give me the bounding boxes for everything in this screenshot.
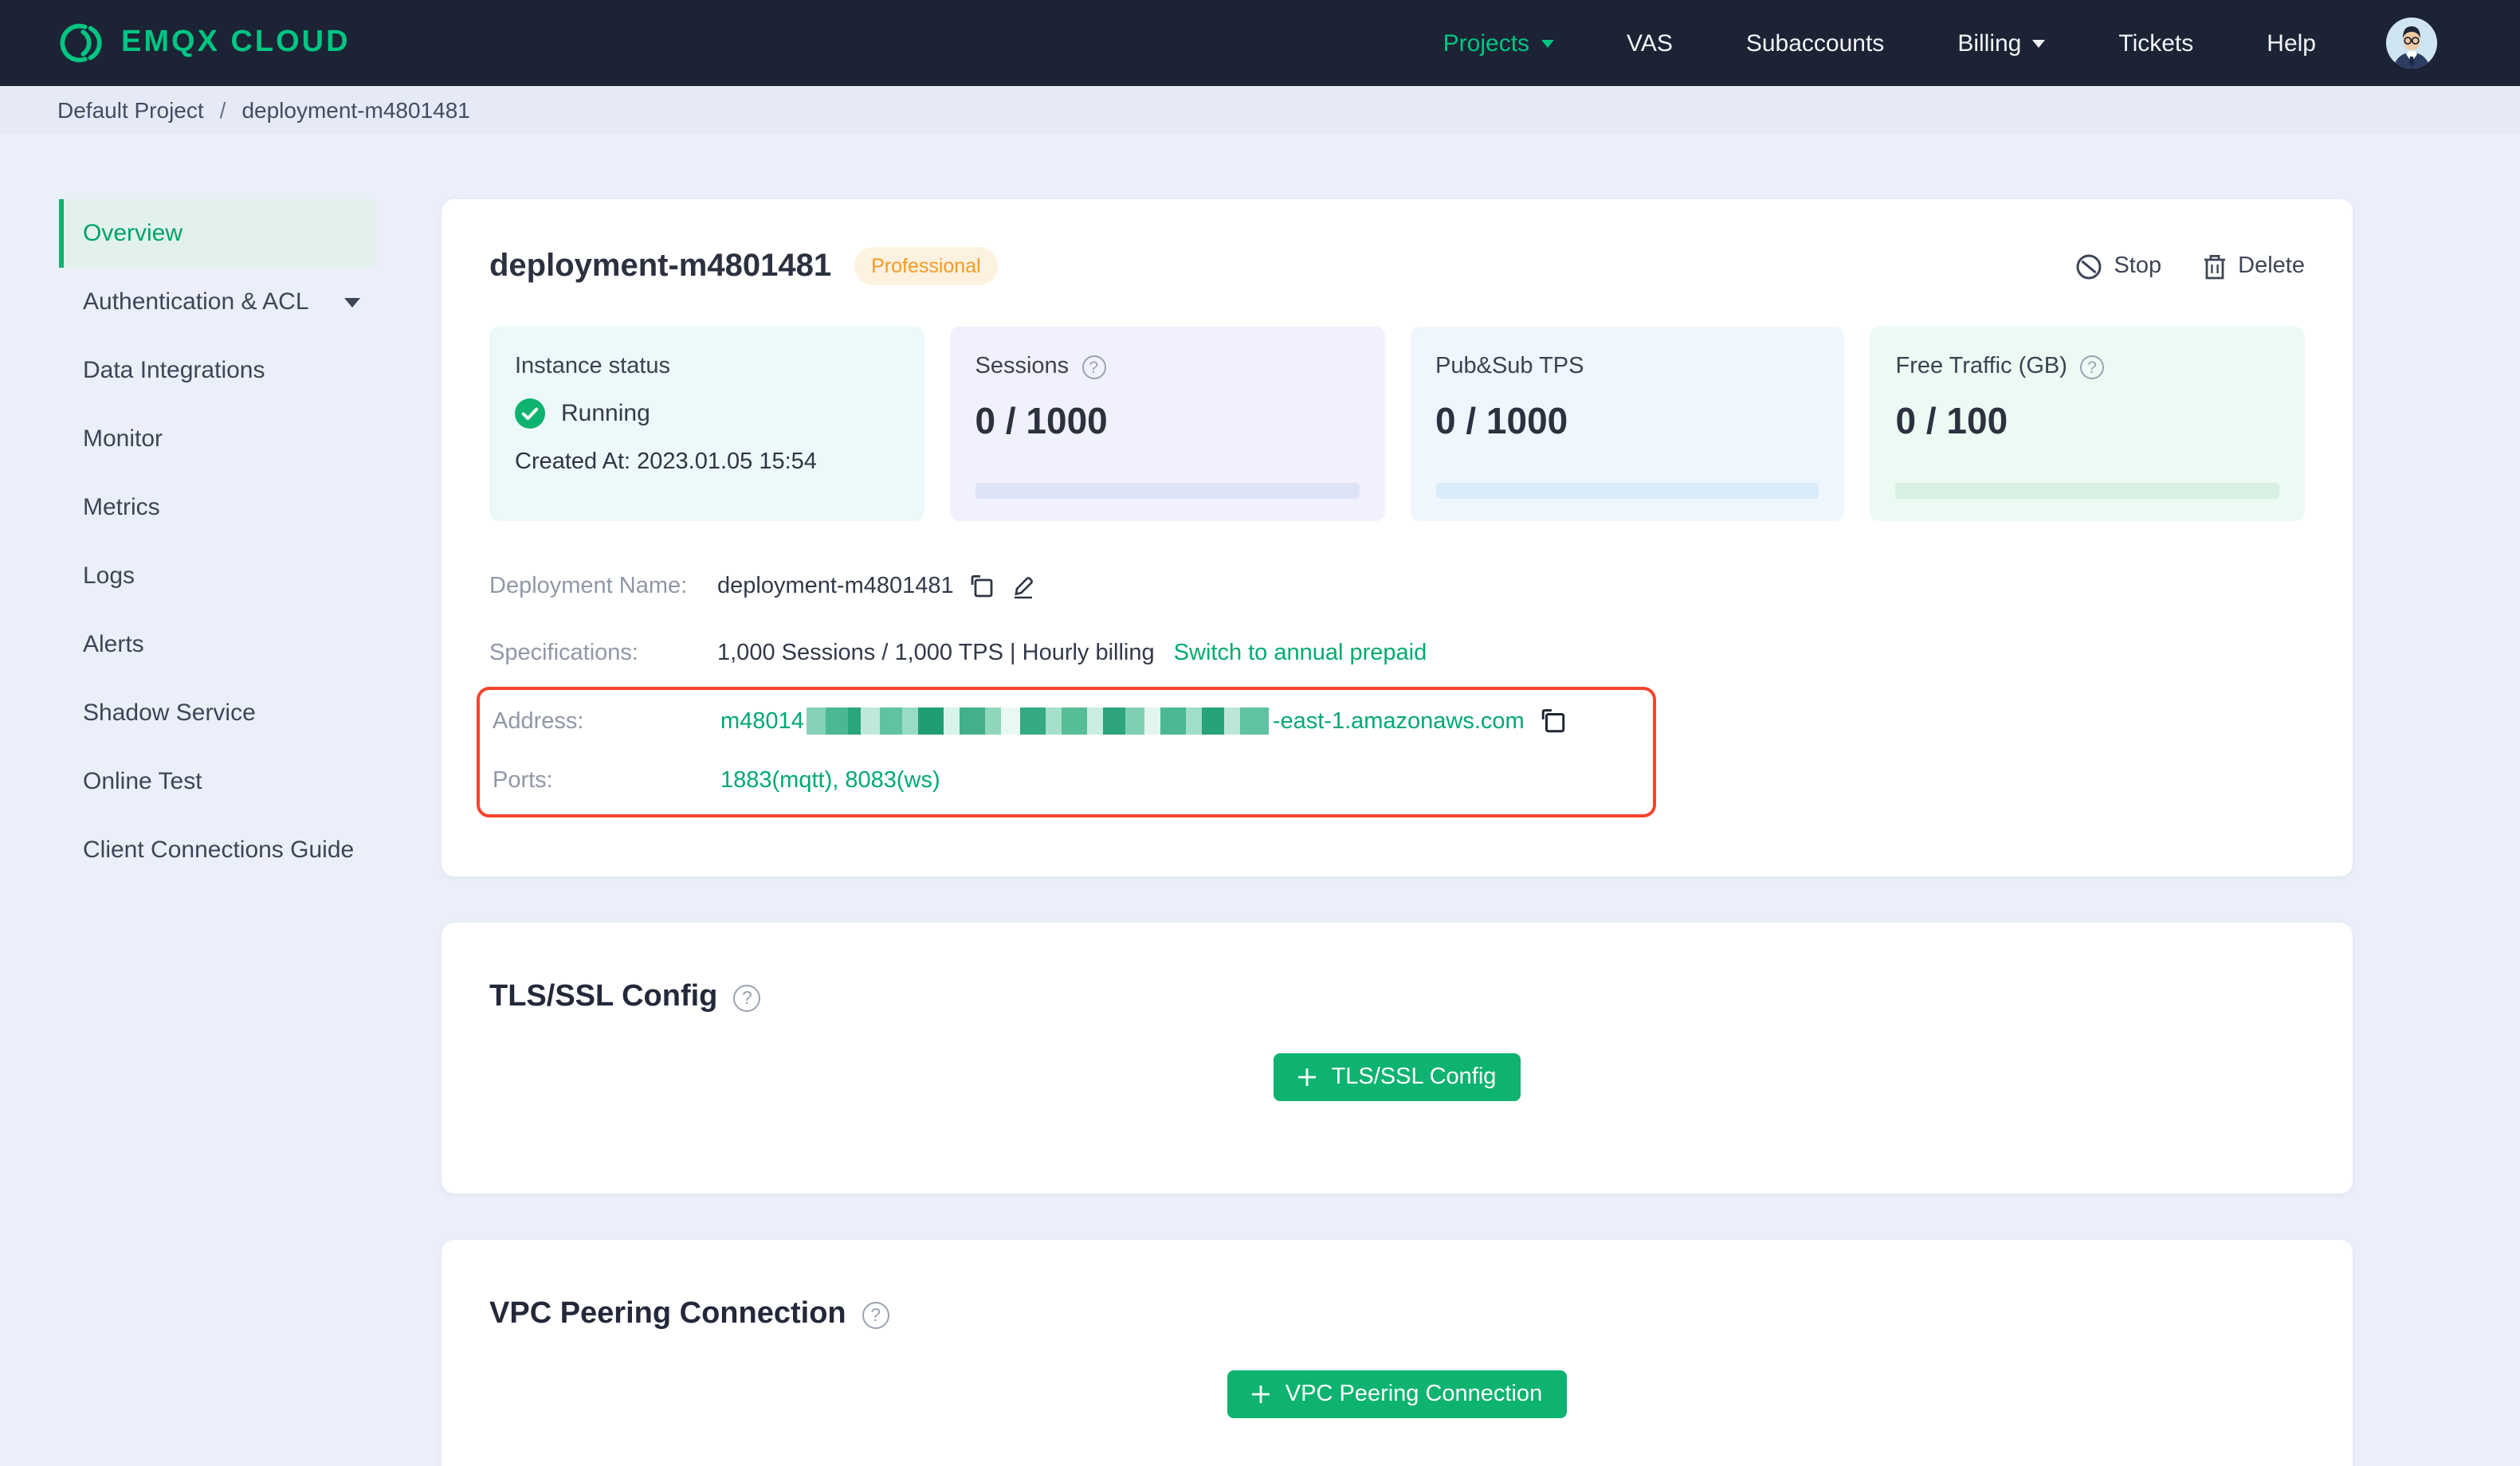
- edit-deployment-name-button[interactable]: [1011, 574, 1037, 599]
- address-prefix: m48014: [720, 708, 804, 734]
- nav-item-help[interactable]: Help: [2267, 29, 2316, 57]
- delete-button[interactable]: Delete: [2203, 253, 2305, 280]
- chevron-down-icon: [2032, 39, 2046, 47]
- brand[interactable]: EMQX CLOUD: [57, 19, 351, 67]
- plus-icon: [1298, 1068, 1317, 1087]
- check-circle-icon: [515, 398, 545, 429]
- tps-progress-bar: [1435, 483, 1819, 499]
- sidebar-item-alerts[interactable]: Alerts: [59, 610, 376, 679]
- vpc-peering-card: VPC Peering Connection ? VPC Peering Con…: [442, 1240, 2353, 1466]
- chevron-down-icon: [1541, 39, 1554, 47]
- breadcrumb: Default Project / deployment-m4801481: [0, 86, 2520, 134]
- stat-sessions: Sessions ? 0 / 1000: [949, 327, 1384, 521]
- user-avatar[interactable]: [2386, 18, 2437, 69]
- emqx-logo-icon: [57, 19, 105, 67]
- stat-pubsub-tps: Pub&Sub TPS 0 / 1000: [1410, 327, 1845, 521]
- address-suffix: -east-1.amazonaws.com: [1272, 708, 1525, 734]
- add-tls-ssl-config-button[interactable]: TLS/SSL Config: [1274, 1053, 1521, 1101]
- tps-value: 0 / 1000: [1435, 400, 1568, 441]
- copy-icon: [1541, 708, 1568, 735]
- breadcrumb-separator: /: [219, 97, 226, 123]
- help-icon[interactable]: ?: [2079, 355, 2104, 378]
- deployment-name-value: deployment-m4801481: [717, 574, 954, 599]
- copy-deployment-name-button[interactable]: [970, 574, 995, 599]
- sidebar-item-online-test[interactable]: Online Test: [59, 747, 376, 816]
- chevron-down-icon: [344, 297, 360, 307]
- switch-to-annual-prepaid-link[interactable]: Switch to annual prepaid: [1174, 641, 1427, 666]
- sessions-progress-bar: [975, 483, 1359, 499]
- help-icon[interactable]: ?: [862, 1301, 889, 1328]
- sidebar: Overview Authentication & ACL Data Integ…: [0, 134, 442, 884]
- nav-item-tickets[interactable]: Tickets: [2118, 29, 2193, 57]
- nav-item-vas[interactable]: VAS: [1627, 29, 1673, 57]
- emqx-cloud-console: EMQX CLOUD Projects VAS Subaccounts Bill…: [0, 0, 2520, 1466]
- ports-row: Ports: 1883(mqtt), 8083(ws): [493, 767, 940, 793]
- ports-value: 1883(mqtt), 8083(ws): [720, 767, 940, 793]
- sidebar-item-data-integrations[interactable]: Data Integrations: [59, 336, 376, 405]
- tls-ssl-title: TLS/SSL Config: [489, 980, 718, 1013]
- sidebar-item-client-connections-guide[interactable]: Client Connections Guide: [59, 816, 376, 884]
- tls-ssl-card: TLS/SSL Config ? TLS/SSL Config: [442, 923, 2353, 1194]
- sidebar-item-authentication-acl[interactable]: Authentication & ACL: [59, 268, 376, 336]
- specifications-row: Specifications: 1,000 Sessions / 1,000 T…: [489, 641, 1427, 666]
- sidebar-item-overview[interactable]: Overview: [59, 199, 376, 268]
- top-navbar: EMQX CLOUD Projects VAS Subaccounts Bill…: [0, 0, 2520, 86]
- nav-item-billing[interactable]: Billing: [1957, 29, 2046, 57]
- stats-row: Instance status Running Created At: 2023…: [489, 327, 2305, 521]
- copy-address-button[interactable]: [1541, 708, 1568, 735]
- sidebar-item-metrics[interactable]: Metrics: [59, 473, 376, 542]
- brand-name: EMQX CLOUD: [121, 25, 351, 59]
- help-icon[interactable]: ?: [1081, 355, 1106, 378]
- sidebar-item-monitor[interactable]: Monitor: [59, 405, 376, 473]
- stat-free-traffic: Free Traffic (GB) ? 0 / 100: [1870, 327, 2305, 521]
- address-redacted-block: [807, 708, 1270, 735]
- breadcrumb-project[interactable]: Default Project: [57, 97, 204, 123]
- deployment-title: deployment-m4801481: [489, 248, 832, 283]
- deployment-name-row: Deployment Name: deployment-m4801481: [489, 553, 2305, 620]
- copy-icon: [970, 574, 995, 599]
- sidebar-item-shadow-service[interactable]: Shadow Service: [59, 679, 376, 747]
- vpc-peering-title: VPC Peering Connection: [489, 1297, 846, 1331]
- deployment-details: Deployment Name: deployment-m4801481 Spe…: [477, 553, 2305, 817]
- stop-button[interactable]: Stop: [2075, 253, 2161, 280]
- stop-icon: [2075, 253, 2102, 280]
- address-row: Address: m48014 -east-1.amazonaws.com: [493, 692, 1653, 751]
- plus-icon: [1252, 1385, 1271, 1404]
- specifications-value: 1,000 Sessions / 1,000 TPS | Hourly bill…: [717, 641, 1155, 666]
- sessions-value: 0 / 1000: [975, 400, 1108, 441]
- primary-nav: Projects VAS Subaccounts Billing Tickets…: [1443, 29, 2316, 57]
- breadcrumb-current: deployment-m4801481: [241, 97, 470, 123]
- main-content: deployment-m4801481 Professional Stop De…: [442, 134, 2520, 1466]
- plan-badge: Professional: [854, 247, 999, 285]
- deployment-overview-card: deployment-m4801481 Professional Stop De…: [442, 199, 2353, 876]
- edit-pencil-icon: [1011, 574, 1037, 599]
- created-at: Created At: 2023.01.05 15:54: [515, 449, 817, 475]
- add-vpc-peering-connection-button[interactable]: VPC Peering Connection: [1227, 1370, 1567, 1418]
- nav-item-projects[interactable]: Projects: [1443, 29, 1554, 57]
- nav-item-subaccounts[interactable]: Subaccounts: [1746, 29, 1884, 57]
- trash-icon: [2203, 253, 2227, 280]
- connection-highlight-box: Address: m48014 -east-1.amazonaws.com Po…: [477, 687, 1656, 817]
- stat-instance-status: Instance status Running Created At: 2023…: [489, 327, 924, 521]
- traffic-progress-bar: [1895, 483, 2279, 499]
- traffic-value: 0 / 100: [1895, 400, 2008, 441]
- sidebar-item-logs[interactable]: Logs: [59, 542, 376, 610]
- help-icon[interactable]: ?: [733, 984, 761, 1011]
- status-running: Running: [561, 400, 650, 427]
